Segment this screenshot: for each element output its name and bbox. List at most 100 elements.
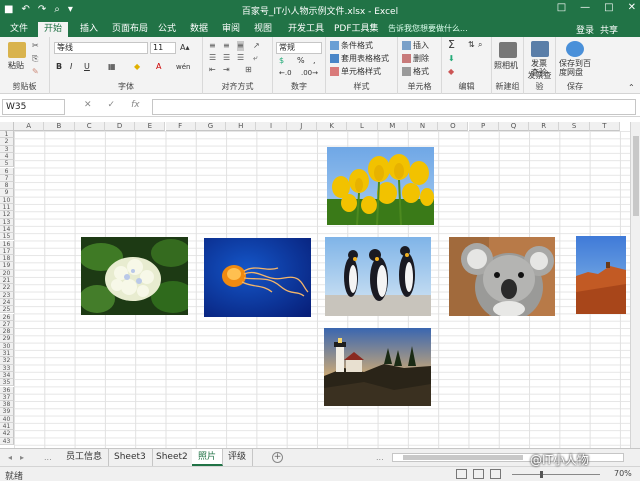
select-all-corner[interactable] <box>0 122 14 131</box>
camera-button[interactable]: 照相机 <box>494 61 518 71</box>
underline-button[interactable]: U <box>84 62 90 72</box>
column-header-k[interactable]: K <box>317 122 348 131</box>
format-painter-icon[interactable]: ✎ <box>32 67 39 77</box>
photo-koala[interactable] <box>449 237 555 316</box>
row-header-31[interactable]: 31 <box>0 350 14 358</box>
sheet-tab-photos[interactable]: 照片 <box>192 449 224 466</box>
zoom-slider[interactable] <box>512 474 600 475</box>
decrease-indent-icon[interactable]: ⇤ <box>209 65 216 75</box>
more-sheets-left-icon[interactable]: ... <box>44 453 52 462</box>
row-header-18[interactable]: 18 <box>0 255 14 263</box>
cell-styles-button[interactable]: 单元格样式 <box>330 67 381 77</box>
row-header-33[interactable]: 33 <box>0 364 14 372</box>
column-header-a[interactable]: A <box>14 122 45 131</box>
tab-home[interactable]: 开始 <box>38 22 69 37</box>
column-header-s[interactable]: S <box>559 122 590 131</box>
row-header-9[interactable]: 9 <box>0 189 14 197</box>
sheet-tab-rating[interactable]: 评级 <box>222 449 254 466</box>
close-button[interactable]: ✕ <box>628 2 636 13</box>
row-header-38[interactable]: 38 <box>0 401 14 409</box>
increase-decimal-icon[interactable]: ←.0 <box>279 68 292 78</box>
sheet-tab-sheet3[interactable]: Sheet3 <box>108 449 153 466</box>
tab-formulas[interactable]: 公式 <box>152 22 182 37</box>
row-header-43[interactable]: 43 <box>0 437 14 445</box>
align-top-icon[interactable]: ≡ <box>209 41 216 51</box>
row-header-15[interactable]: 15 <box>0 233 14 241</box>
formula-input[interactable] <box>152 99 636 115</box>
vertical-scrollbar[interactable] <box>630 122 640 448</box>
row-header-29[interactable]: 29 <box>0 335 14 343</box>
page-break-view-icon[interactable] <box>490 469 501 479</box>
sheet-tab-sheet2[interactable]: Sheet2 <box>150 449 195 466</box>
horizontal-scrollbar[interactable] <box>392 453 624 462</box>
find-select-icon[interactable]: ⌕ <box>478 40 482 50</box>
collapse-ribbon-icon[interactable]: ⌃ <box>628 83 635 93</box>
row-header-1[interactable]: 1 <box>0 131 14 139</box>
column-header-o[interactable]: O <box>438 122 469 131</box>
merge-center-icon[interactable]: ⊞ <box>245 65 252 75</box>
row-header-3[interactable]: 3 <box>0 145 14 153</box>
tab-insert[interactable]: 插入 <box>74 22 104 37</box>
next-sheet-icon[interactable]: ▸ <box>20 453 24 462</box>
column-header-p[interactable]: P <box>468 122 499 131</box>
row-header-30[interactable]: 30 <box>0 342 14 350</box>
tab-pdf-tools[interactable]: PDF工具集 <box>328 22 385 37</box>
fill-color-icon[interactable]: ◆ <box>134 62 140 72</box>
row-header-2[interactable]: 2 <box>0 138 14 146</box>
insert-function-icon[interactable]: fx <box>131 100 140 110</box>
row-header-27[interactable]: 27 <box>0 320 14 329</box>
tab-developer[interactable]: 开发工具 <box>282 22 330 37</box>
row-header-10[interactable]: 10 <box>0 196 14 204</box>
copy-icon[interactable]: ⎘ <box>32 54 38 64</box>
align-center-icon[interactable]: ☰ <box>223 53 230 63</box>
row-header-17[interactable]: 17 <box>0 247 14 256</box>
prev-sheet-icon[interactable]: ◂ <box>8 453 12 462</box>
vertical-scroll-thumb[interactable] <box>633 136 639 216</box>
grow-font-icon[interactable]: A▴ <box>180 43 190 53</box>
zoom-slider-thumb[interactable] <box>540 471 543 478</box>
row-header-13[interactable]: 13 <box>0 218 14 226</box>
row-header-20[interactable]: 20 <box>0 269 14 277</box>
row-header-5[interactable]: 5 <box>0 160 14 168</box>
column-header-e[interactable]: E <box>135 122 166 131</box>
column-header-j[interactable]: J <box>286 122 317 131</box>
font-size-select[interactable]: 11 <box>150 42 176 54</box>
row-header-25[interactable]: 25 <box>0 306 14 314</box>
ribbon-display-options-icon[interactable]: □ <box>557 2 566 13</box>
row-header-39[interactable]: 39 <box>0 408 14 416</box>
row-header-35[interactable]: 35 <box>0 379 14 387</box>
row-header-22[interactable]: 22 <box>0 284 14 292</box>
align-right-icon[interactable]: ☰ <box>237 53 244 63</box>
font-name-select[interactable]: 等线 <box>54 42 148 54</box>
normal-view-icon[interactable] <box>456 469 467 479</box>
row-header-28[interactable]: 28 <box>0 328 14 336</box>
photo-hydrangea[interactable] <box>81 237 188 315</box>
font-color-icon[interactable]: A <box>156 62 161 72</box>
column-header-n[interactable]: N <box>407 122 439 131</box>
column-header-i[interactable]: I <box>256 122 287 131</box>
column-header-c[interactable]: C <box>74 122 105 131</box>
row-header-16[interactable]: 16 <box>0 240 14 248</box>
tell-me-search[interactable]: 告诉我您想要做什么... <box>388 23 468 34</box>
zoom-level[interactable]: 70% <box>614 469 632 478</box>
invoice-check-icon[interactable] <box>531 41 549 57</box>
sheet-tab-employee-info[interactable]: 员工信息 <box>60 449 110 466</box>
photo-jellyfish[interactable] <box>204 238 311 317</box>
bold-button[interactable]: B <box>56 62 62 72</box>
number-format-select[interactable]: 常规 <box>276 42 322 54</box>
cut-icon[interactable]: ✂ <box>32 41 39 51</box>
sign-in-link[interactable]: 登录 <box>576 23 594 36</box>
save-to-baidu-button[interactable]: 保存到百度网盘 <box>559 59 593 77</box>
tab-file[interactable]: 文件 <box>4 22 34 37</box>
decrease-decimal-icon[interactable]: .00→ <box>301 68 318 78</box>
maximize-button[interactable]: □ <box>604 2 613 13</box>
tab-view[interactable]: 视图 <box>248 22 278 37</box>
phonetic-button[interactable]: wén <box>176 62 190 72</box>
paste-icon[interactable] <box>8 42 26 58</box>
percent-button[interactable]: % <box>297 56 305 66</box>
delete-cells-button[interactable]: 删除 <box>402 54 429 64</box>
horizontal-scroll-thumb[interactable] <box>403 455 523 460</box>
column-header-m[interactable]: M <box>377 122 408 131</box>
photo-penguins[interactable] <box>325 237 431 316</box>
page-layout-view-icon[interactable] <box>473 469 484 479</box>
